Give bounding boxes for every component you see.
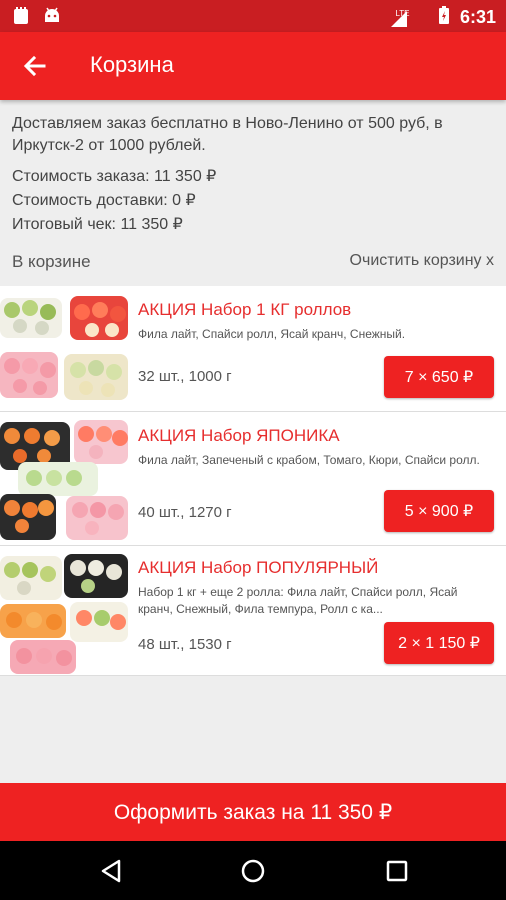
cart-item[interactable]: АКЦИЯ Набор 1 КГ роллов Фила лайт, Спайс… [0,286,506,412]
status-bar: LTE 6:31 [0,0,506,32]
app-bar: Корзина [0,32,506,100]
battery-icon [438,5,450,30]
product-meta: 32 шт., 1000 г [138,368,232,385]
status-time: 6:31 [459,7,496,27]
quantity-price-button[interactable]: 2 × 1 150 ₽ [384,622,494,664]
cart-item[interactable]: АКЦИЯ Набор ПОПУЛЯРНЫЙ Набор 1 кг + еще … [0,546,506,676]
product-meta: 40 шт., 1270 г [138,504,232,521]
product-meta: 48 шт., 1530 г [138,636,232,653]
order-total: Итоговый чек: 11 350 ₽ [12,216,183,233]
product-name[interactable]: АКЦИЯ Набор ПОПУЛЯРНЫЙ [138,558,378,578]
order-summary: Доставляем заказ бесплатно в Ново-Ленино… [12,113,498,238]
cart-item[interactable]: АКЦИЯ Набор ЯПОНИКА Фила лайт, Запеченый… [0,412,506,546]
android-icon [42,6,62,31]
notification-icon [12,6,30,31]
nav-recents-icon[interactable] [382,856,412,886]
cart-list: АКЦИЯ Набор 1 КГ роллов Фила лайт, Спайс… [0,286,506,676]
product-description: Фила лайт, Спайси ролл, Ясай кранч, Снеж… [138,327,406,341]
product-image [0,546,128,675]
checkout-button[interactable]: Оформить заказ на 11 350 ₽ [0,783,506,841]
quantity-price-button[interactable]: 7 × 650 ₽ [384,356,494,398]
nav-home-icon[interactable] [238,856,268,886]
cart-header-label: В корзине [12,252,91,271]
product-name[interactable]: АКЦИЯ Набор 1 КГ роллов [138,300,351,320]
product-image [0,286,128,411]
product-description: Набор 1 кг + еще 2 ролла: Фила лайт, Спа… [138,585,458,616]
clear-cart-button[interactable]: Очистить корзину x [350,252,494,270]
page-title: Корзина [90,52,174,77]
cart-header: В корзине Очистить корзину x [12,252,494,274]
product-description: Фила лайт, Запеченый с крабом, Томаго, К… [138,453,480,467]
delivery-cost: Стоимость доставки: 0 ₽ [12,192,196,209]
product-name[interactable]: АКЦИЯ Набор ЯПОНИКА [138,426,340,446]
quantity-price-button[interactable]: 5 × 900 ₽ [384,490,494,532]
signal-icon: LTE [389,9,428,27]
system-nav-bar [0,841,506,900]
order-cost: Стоимость заказа: 11 350 ₽ [12,168,217,185]
back-arrow-icon[interactable] [18,49,52,83]
nav-back-icon[interactable] [97,856,127,886]
delivery-note: Доставляем заказ бесплатно в Ново-Ленино… [12,115,443,154]
product-image [0,412,128,545]
